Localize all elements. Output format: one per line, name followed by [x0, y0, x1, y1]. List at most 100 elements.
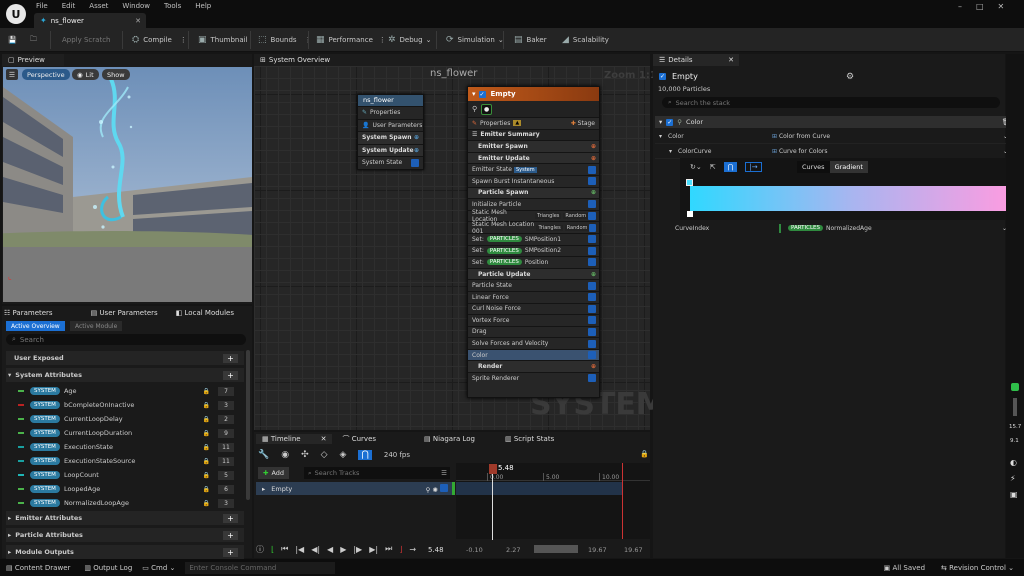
details-enabled-checkbox[interactable]: ✓ [659, 73, 666, 80]
options-icon[interactable]: ⓘ [256, 544, 264, 555]
unreal-logo-icon[interactable]: U [6, 4, 26, 24]
play-reverse-icon[interactable]: ◀ [327, 545, 333, 554]
curve-frame-icon[interactable]: |→ [745, 162, 762, 172]
add-module-icon[interactable]: ⊕ [414, 134, 419, 141]
auto-key-icon[interactable]: ◈ [340, 450, 347, 460]
module-row[interactable]: Set: PARTICLES SMPosition2 [468, 244, 599, 257]
collapse-icon[interactable]: ▾ [472, 90, 476, 98]
menu-window[interactable]: Window [122, 2, 150, 10]
color-param-row[interactable]: ▾Color⊞ Color from Curve⌄ ↶ [655, 130, 1021, 144]
system-node-row[interactable]: System Update ⊕ [358, 143, 423, 156]
all-saved-button[interactable]: ▣ All Saved [884, 564, 925, 572]
particle-attributes-header[interactable]: ▸ Particle Attributes + [6, 528, 244, 542]
menu-asset[interactable]: Asset [89, 2, 108, 10]
module-enabled-checkbox[interactable] [588, 235, 596, 244]
compile-button[interactable]: ⛭ Compile ⋮ [132, 28, 187, 52]
wrench-icon[interactable]: 🔧 [258, 450, 269, 460]
sidebar-tool-icon-3[interactable]: ▣ [1010, 490, 1018, 499]
add-module-output-button[interactable]: + [223, 547, 238, 557]
tab-curves[interactable]: ⌒ Curves [342, 434, 376, 444]
output-log-button[interactable]: ▥ Output Log [84, 564, 132, 572]
module-enabled-checkbox[interactable] [588, 212, 596, 221]
curves-button[interactable]: Curves [797, 163, 830, 171]
keys-icon[interactable]: ✣ [301, 450, 309, 460]
fps-dropdown[interactable]: 240 fps [384, 451, 410, 459]
module-row[interactable]: Linear Force [468, 290, 599, 303]
module-row[interactable]: Curl Noise Force [468, 302, 599, 315]
system-node-row[interactable]: ✎ Properties [358, 106, 423, 119]
add-system-attribute-button[interactable]: + [223, 370, 238, 380]
baker-button[interactable]: ▤ Baker [514, 28, 547, 52]
working-start[interactable]: 2.27 [506, 546, 520, 554]
module-row[interactable]: Color [468, 348, 599, 361]
playhead-handle[interactable] [489, 464, 497, 474]
performance-button[interactable]: ▦ Performance ⋮ [316, 28, 386, 52]
track-empty[interactable]: ▸ Empty ⚲ ✺ [256, 482, 454, 495]
module-enabled-checkbox[interactable] [588, 281, 596, 290]
curveindex-value[interactable]: NormalizedAge [826, 225, 872, 232]
loop-icon[interactable]: → [409, 545, 416, 554]
cmd-dropdown[interactable]: ▭ Cmd ⌄ [142, 564, 175, 572]
module-enabled-checkbox[interactable] [588, 339, 596, 348]
simulation-button[interactable]: ⟳ Simulation ⌄ [446, 28, 504, 52]
module-row[interactable]: Static Mesh Location Triangles Random [468, 209, 599, 223]
preview-viewport[interactable] [3, 67, 252, 302]
eye-icon[interactable]: ◉ [281, 450, 289, 460]
module-row[interactable]: Sprite Renderer [468, 372, 599, 384]
scalability-button[interactable]: ◢ Scalability [562, 28, 609, 52]
working-end[interactable]: 19.67 [588, 546, 607, 554]
list-item[interactable]: SYSTEM NormalizedLoopAge 🔒 3 [6, 496, 244, 510]
jump-start-icon[interactable]: ⏮ [281, 544, 288, 554]
module-row[interactable]: Drag [468, 325, 599, 338]
gradient-button[interactable]: Gradient [829, 161, 868, 173]
color-gradient-bar[interactable] [690, 186, 1016, 211]
tab-script-stats[interactable]: ▥ Script Stats [505, 435, 554, 443]
show-button[interactable]: Show [102, 69, 130, 80]
jump-end-icon[interactable]: ⏭ [385, 544, 392, 554]
alpha-stop-start[interactable] [687, 211, 693, 217]
tab-ns-flower[interactable]: ✦ ns_flower ✕ [34, 13, 146, 28]
console-input[interactable]: Enter Console Command [185, 561, 336, 574]
module-enabled-checkbox[interactable] [588, 200, 596, 209]
module-outputs-header[interactable]: ▸ Module Outputs + [6, 545, 244, 559]
open-curve-icon[interactable]: ⇱ [710, 163, 716, 171]
module-row[interactable]: Solve Forces and Velocity [468, 337, 599, 349]
tab-niagara-log[interactable]: ▤ Niagara Log [424, 435, 475, 443]
add-module-icon[interactable]: ⊕ [414, 147, 419, 154]
emitter-enabled-checkbox[interactable]: ✓ [478, 90, 486, 98]
step-back-icon[interactable]: ◀| [311, 545, 320, 554]
module-enabled-checkbox[interactable] [588, 304, 596, 313]
content-drawer-button[interactable]: ▤ Content Drawer [6, 564, 70, 572]
system-attributes-header[interactable]: ▾ System Attributes + [6, 368, 244, 382]
module-enabled-checkbox[interactable] [588, 327, 596, 336]
emitter-node[interactable]: ▾ ✓ Empty ⚲ ● ✎ Properties ▲ ✚ Stage ☰ Emitt… [467, 86, 600, 398]
module-enabled-checkbox[interactable] [588, 177, 596, 186]
add-particle-attribute-button[interactable]: + [223, 530, 238, 540]
track-enabled-checkbox[interactable] [440, 483, 448, 492]
system-node[interactable]: ns_flower ✎ Properties 👤 User Parameters Sys… [357, 94, 424, 170]
emitter-summary-row[interactable]: ☰ Emitter Summary [468, 128, 599, 141]
step-forward-icon[interactable]: |▶ [353, 545, 362, 554]
module-row[interactable]: Emitter State System [468, 163, 599, 175]
module-row[interactable]: Spawn Burst Instantaneous [468, 174, 599, 187]
emitter-properties-row[interactable]: ✎ Properties ▲ ✚ Stage [468, 117, 599, 129]
curveindex-param-row[interactable]: CurveIndex PARTICLES NormalizedAge ⌄ [655, 221, 1021, 235]
menu-help[interactable]: Help [195, 2, 211, 10]
add-module-icon[interactable]: ⊕ [591, 143, 596, 150]
snap-icon[interactable]: ⋂ [358, 450, 372, 460]
stage-header[interactable]: Particle Update ⊕ [468, 267, 599, 280]
viewport-menu-icon[interactable]: ☰ [6, 69, 18, 80]
list-item[interactable]: SYSTEM bCompleteOnInactive 🔒 3 [6, 398, 244, 412]
tab-details[interactable]: ☰ Details ✕ [653, 54, 739, 66]
end-range-icon[interactable]: ⌋ [399, 545, 402, 554]
menu-file[interactable]: File [36, 2, 48, 10]
stage-header[interactable]: Emitter Spawn ⊕ [468, 140, 599, 152]
lock-icon[interactable]: 🔒 [640, 450, 649, 458]
close-tab-icon[interactable]: ✕ [135, 17, 141, 25]
add-emitter-attribute-button[interactable]: + [223, 513, 238, 523]
module-enabled-checkbox[interactable] [588, 258, 596, 267]
next-key-icon[interactable]: ▶| [369, 545, 378, 554]
prev-key-icon[interactable]: |◀ [295, 545, 304, 554]
start-range-icon[interactable]: ⌊ [271, 545, 274, 554]
tab-local-modules[interactable]: ◧ Local Modules [176, 309, 234, 317]
